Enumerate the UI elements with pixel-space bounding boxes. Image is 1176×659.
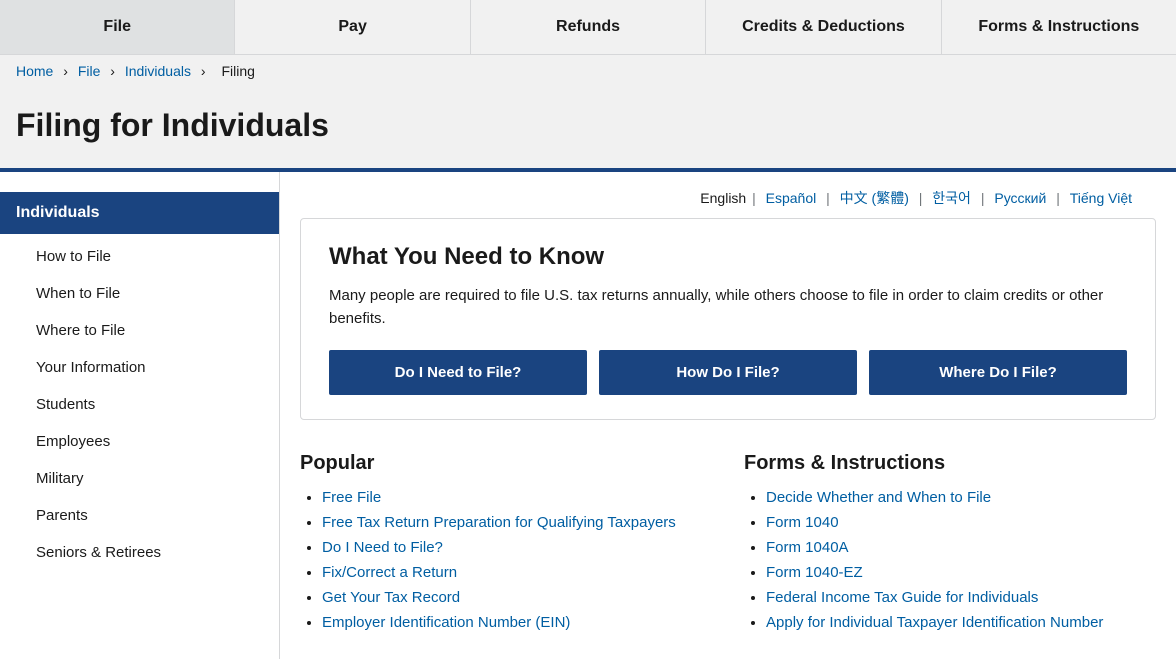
breadcrumb-link-home[interactable]: Home	[16, 63, 53, 79]
page-header: Filing for Individuals	[0, 87, 1176, 172]
sidebar-item-where-to-file[interactable]: Where to File	[0, 312, 279, 349]
sidebar-item-how-to-file[interactable]: How to File	[0, 238, 279, 275]
language-link-0[interactable]: Español	[766, 190, 817, 206]
list-item: Form 1040-EZ	[766, 564, 1156, 581]
page-title: Filing for Individuals	[16, 107, 1160, 144]
info-box-description: Many people are required to file U.S. ta…	[329, 285, 1127, 330]
popular-link[interactable]: Get Your Tax Record	[322, 589, 460, 606]
sidebar-item-students[interactable]: Students	[0, 386, 279, 423]
forms-link[interactable]: Form 1040	[766, 514, 839, 531]
sidebar-active-item[interactable]: Individuals	[0, 192, 279, 234]
forms-instructions-heading: Forms & Instructions	[744, 452, 1156, 475]
content-area: English | Español | 中文 (繁體) | 한국어 | Русс…	[280, 172, 1176, 659]
popular-link[interactable]: Free File	[322, 489, 381, 506]
list-item: Form 1040	[766, 514, 1156, 531]
nav-item-refunds[interactable]: Refunds	[471, 0, 706, 54]
sidebar: Individuals How to FileWhen to FileWhere…	[0, 172, 280, 659]
popular-section: Popular Free File Free Tax Return Prepara…	[300, 452, 712, 639]
forms-link[interactable]: Apply for Individual Taxpayer Identifica…	[766, 614, 1103, 631]
language-link-1[interactable]: 中文 (繁體)	[840, 190, 909, 206]
list-item: Employer Identification Number (EIN)	[322, 614, 712, 631]
list-item: Form 1040A	[766, 539, 1156, 556]
sidebar-item-your-information[interactable]: Your Information	[0, 349, 279, 386]
forms-instructions-section: Forms & Instructions Decide Whether and …	[744, 452, 1156, 639]
list-item: Apply for Individual Taxpayer Identifica…	[766, 614, 1156, 631]
language-bar: English | Español | 中文 (繁體) | 한국어 | Русс…	[300, 172, 1156, 218]
two-col-section: Popular Free File Free Tax Return Prepara…	[300, 452, 1156, 639]
forms-link[interactable]: Form 1040-EZ	[766, 564, 863, 581]
sidebar-item-when-to-file[interactable]: When to File	[0, 275, 279, 312]
info-box-buttons: Do I Need to File? How Do I File? Where Do…	[329, 350, 1127, 395]
list-item: Free File	[322, 489, 712, 506]
sidebar-item-parents[interactable]: Parents	[0, 497, 279, 534]
list-item: Free Tax Return Preparation for Qualifyi…	[322, 514, 712, 531]
info-box-title: What You Need to Know	[329, 243, 1127, 271]
breadcrumb-current: Filing	[221, 63, 254, 79]
popular-link[interactable]: Free Tax Return Preparation for Qualifyi…	[322, 514, 676, 531]
top-nav: FilePayRefundsCredits & DeductionsForms …	[0, 0, 1176, 55]
nav-item-forms[interactable]: Forms & Instructions	[942, 0, 1176, 54]
cta-button-1[interactable]: How Do I File?	[599, 350, 857, 395]
sidebar-item-military[interactable]: Military	[0, 460, 279, 497]
forms-link[interactable]: Decide Whether and When to File	[766, 489, 991, 506]
popular-heading: Popular	[300, 452, 712, 475]
current-language: English	[700, 190, 746, 206]
popular-link[interactable]: Fix/Correct a Return	[322, 564, 457, 581]
main-layout: Individuals How to FileWhen to FileWhere…	[0, 172, 1176, 659]
nav-item-credits[interactable]: Credits & Deductions	[706, 0, 941, 54]
forms-link[interactable]: Form 1040A	[766, 539, 849, 556]
list-item: Do I Need to File?	[322, 539, 712, 556]
list-item: Get Your Tax Record	[322, 589, 712, 606]
cta-button-2[interactable]: Where Do I File?	[869, 350, 1127, 395]
language-link-3[interactable]: Русский	[994, 190, 1046, 206]
nav-item-pay[interactable]: Pay	[235, 0, 470, 54]
list-item: Decide Whether and When to File	[766, 489, 1156, 506]
popular-link[interactable]: Do I Need to File?	[322, 539, 443, 556]
info-box: What You Need to Know Many people are re…	[300, 218, 1156, 420]
cta-button-0[interactable]: Do I Need to File?	[329, 350, 587, 395]
nav-item-file[interactable]: File	[0, 0, 235, 54]
breadcrumb-link-file[interactable]: File	[78, 63, 101, 79]
language-link-4[interactable]: Tiếng Việt	[1070, 190, 1132, 206]
popular-links: Free File Free Tax Return Preparation for…	[300, 489, 712, 631]
forms-links: Decide Whether and When to File Form 1040…	[744, 489, 1156, 631]
sidebar-item-seniors-&-retirees[interactable]: Seniors & Retirees	[0, 534, 279, 571]
breadcrumb: Home › File › Individuals › Filing	[0, 55, 1176, 87]
breadcrumb-link-individuals[interactable]: Individuals	[125, 63, 191, 79]
sidebar-item-employees[interactable]: Employees	[0, 423, 279, 460]
forms-link[interactable]: Federal Income Tax Guide for Individuals	[766, 589, 1038, 606]
list-item: Federal Income Tax Guide for Individuals	[766, 589, 1156, 606]
list-item: Fix/Correct a Return	[322, 564, 712, 581]
popular-link[interactable]: Employer Identification Number (EIN)	[322, 614, 570, 631]
language-link-2[interactable]: 한국어	[932, 190, 971, 206]
